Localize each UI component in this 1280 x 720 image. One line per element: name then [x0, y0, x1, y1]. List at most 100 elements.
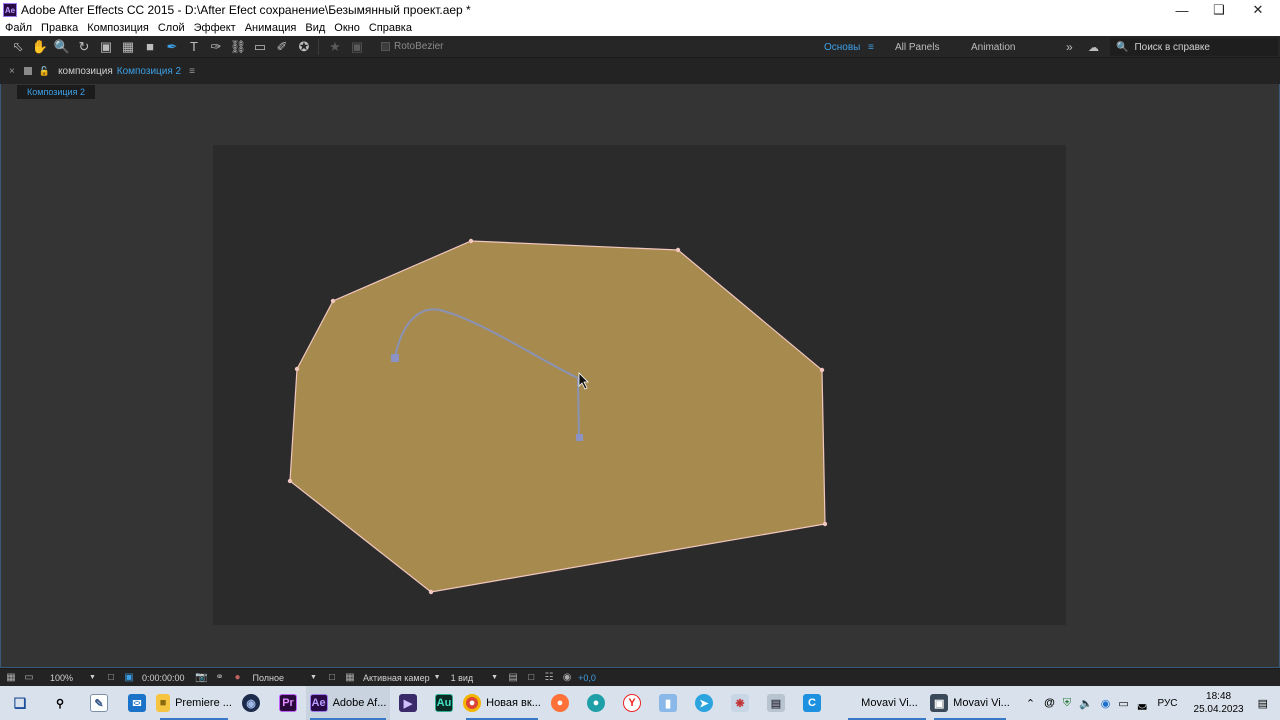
taskbar-premiere[interactable]: Pr — [270, 686, 306, 720]
taskbar-explorer[interactable]: ■ Premiere ... — [156, 686, 232, 720]
path-anchor-end[interactable] — [576, 434, 583, 441]
always-preview-icon[interactable]: ▦ — [4, 671, 18, 685]
close-panel-icon[interactable]: × — [9, 66, 15, 77]
sync-settings-icon[interactable]: ☁ — [1088, 36, 1099, 58]
menu-item-animation[interactable]: Анимация — [245, 22, 297, 34]
vertex-point[interactable] — [330, 298, 336, 304]
taskbar-telegram[interactable]: ➤ — [686, 686, 722, 720]
close-button[interactable]: ✕ — [1239, 0, 1277, 20]
menu-item-file[interactable]: Файл — [5, 22, 32, 34]
composition-tab[interactable]: Композиция 2 — [17, 85, 95, 99]
email-at-icon[interactable]: @ — [1044, 697, 1055, 709]
panel-menu-icon[interactable]: ≡ — [189, 66, 195, 77]
taskbar-after-effects[interactable]: Ae Adobe Af... — [306, 686, 390, 720]
taskbar-cleaner[interactable]: C — [794, 686, 830, 720]
lock-icon[interactable]: 🔓 — [39, 66, 50, 77]
menu-item-view[interactable]: Вид — [305, 22, 325, 34]
rotobezier-checkbox[interactable] — [381, 42, 390, 51]
hand-tool-icon[interactable]: ✋ — [30, 37, 50, 57]
menu-item-layer[interactable]: Слой — [158, 22, 185, 34]
taskbar-notes[interactable]: ▮ — [650, 686, 686, 720]
workspace-all-panels[interactable]: All Panels — [895, 36, 939, 58]
menu-item-edit[interactable]: Правка — [41, 22, 78, 34]
pen-tool-icon[interactable]: ✒ — [162, 37, 182, 57]
fill-options-icon[interactable]: ▣ — [347, 37, 367, 57]
resolution-dropdown[interactable]: Полное ▼ — [253, 673, 317, 683]
taskbar-chrome[interactable]: ● Новая вк... — [462, 686, 542, 720]
roto-brush-tool-icon[interactable]: ✐ — [272, 37, 292, 57]
views-dropdown[interactable]: 1 вид ▼ — [451, 673, 499, 683]
menu-item-window[interactable]: Окно — [334, 22, 360, 34]
vertex-point[interactable] — [294, 366, 300, 372]
timeline-icon[interactable]: □ — [524, 671, 538, 685]
vertex-point[interactable] — [675, 247, 681, 253]
star-icon[interactable]: ★ — [325, 37, 345, 57]
color-channels-icon[interactable]: ● — [231, 671, 245, 685]
fit-frame-icon[interactable]: □ — [104, 671, 118, 685]
shield-icon[interactable]: ⛨ — [1063, 697, 1071, 710]
help-search-field[interactable]: 🔍 Поиск в справке — [1110, 38, 1278, 56]
taskbar-audition[interactable]: Au — [426, 686, 462, 720]
clone-stamp-tool-icon[interactable]: ⛓ — [228, 37, 248, 57]
workspace-animation[interactable]: Animation — [971, 36, 1015, 58]
flowchart-icon[interactable]: ☷ — [542, 671, 556, 685]
puppet-pin-tool-icon[interactable]: ✪ — [294, 37, 314, 57]
rotation-tool-icon[interactable]: ↻ — [74, 37, 94, 57]
panel-comp-name[interactable]: Композиция 2 — [117, 66, 181, 77]
region-of-interest-icon[interactable]: ▣ — [122, 671, 136, 685]
camera-tool-icon[interactable]: ▣ — [96, 37, 116, 57]
taskbar-cinema4d[interactable]: ◉ — [232, 686, 270, 720]
more-workspaces-icon[interactable]: » — [1066, 36, 1073, 58]
snapshot-camera-icon[interactable]: 📷 — [195, 671, 209, 685]
path-anchor-start[interactable] — [391, 354, 399, 362]
zoom-dropdown[interactable]: 100% ▼ — [50, 673, 96, 683]
timecode[interactable]: 0:00:00:00 — [142, 673, 185, 683]
clock[interactable]: 18:48 25.04.2023 — [1194, 690, 1244, 716]
menu-item-composition[interactable]: Композиция — [87, 22, 149, 34]
taskbar-visual-studio[interactable]: ▶ — [390, 686, 426, 720]
monitor-icon[interactable]: ▭ — [22, 671, 36, 685]
maximize-button[interactable]: ❑ — [1200, 0, 1238, 20]
vertex-point[interactable] — [819, 367, 825, 373]
zoom-tool-icon[interactable]: 🔍 — [52, 37, 72, 57]
notifications-icon[interactable]: ▤ — [1258, 697, 1268, 710]
vertex-point[interactable] — [287, 478, 293, 484]
brush-tool-icon[interactable]: ✑ — [206, 37, 226, 57]
minimize-button[interactable]: — — [1163, 0, 1201, 20]
taskbar-yandex[interactable]: Y — [614, 686, 650, 720]
toggle-pixel-aspect-icon[interactable]: ▤ — [506, 671, 520, 685]
monitor-icon[interactable]: ▭ — [1118, 697, 1128, 710]
search-button[interactable]: ⚲ — [40, 686, 80, 720]
rectangle-tool-icon[interactable]: ■ — [140, 37, 160, 57]
eraser-tool-icon[interactable]: ▭ — [250, 37, 270, 57]
reset-exposure-icon[interactable]: ◉ — [560, 671, 574, 685]
selection-tool-icon[interactable]: ⬁ — [8, 37, 28, 57]
taskbar-app[interactable]: ▤ — [758, 686, 794, 720]
transparency-grid-icon[interactable]: ▦ — [343, 671, 357, 685]
camera-dropdown[interactable]: Активная камер ▼ — [363, 673, 441, 683]
pan-behind-tool-icon[interactable]: ▦ — [118, 37, 138, 57]
taskbar-edge[interactable]: ● — [578, 686, 614, 720]
exposure-value[interactable]: +0,0 — [578, 673, 596, 683]
taskbar-movavi-2[interactable]: ▣ Movavi Vi... — [930, 686, 1010, 720]
vertex-point[interactable] — [428, 589, 434, 595]
menu-item-help[interactable]: Справка — [369, 22, 412, 34]
workspace-basics[interactable]: Основы — [824, 36, 860, 58]
taskbar-mail[interactable]: ✉ — [118, 686, 156, 720]
volume-icon[interactable]: 🔈 — [1079, 697, 1093, 710]
wifi-icon[interactable]: ◛ — [1137, 697, 1148, 710]
show-snapshot-icon[interactable]: ⚭ — [213, 671, 227, 685]
type-tool-icon[interactable]: T — [184, 37, 204, 57]
taskbar-paint[interactable]: ❋ — [722, 686, 758, 720]
vertex-point[interactable] — [468, 238, 474, 244]
taskbar-firefox[interactable]: ● — [542, 686, 578, 720]
fast-previews-icon[interactable]: □ — [325, 671, 339, 685]
taskbar-movavi-1[interactable]: Movavi Vi... — [844, 686, 930, 720]
workspace-menu-icon[interactable]: ≡ — [868, 36, 874, 58]
taskbar-notepad[interactable]: ✎ — [80, 686, 118, 720]
show-hidden-icons-icon[interactable]: ⌃ — [1026, 697, 1035, 710]
vertex-point[interactable] — [822, 521, 828, 527]
menu-item-effect[interactable]: Эффект — [194, 22, 236, 34]
start-button[interactable]: ❏ — [0, 686, 40, 720]
language-indicator[interactable]: РУС — [1158, 698, 1178, 709]
